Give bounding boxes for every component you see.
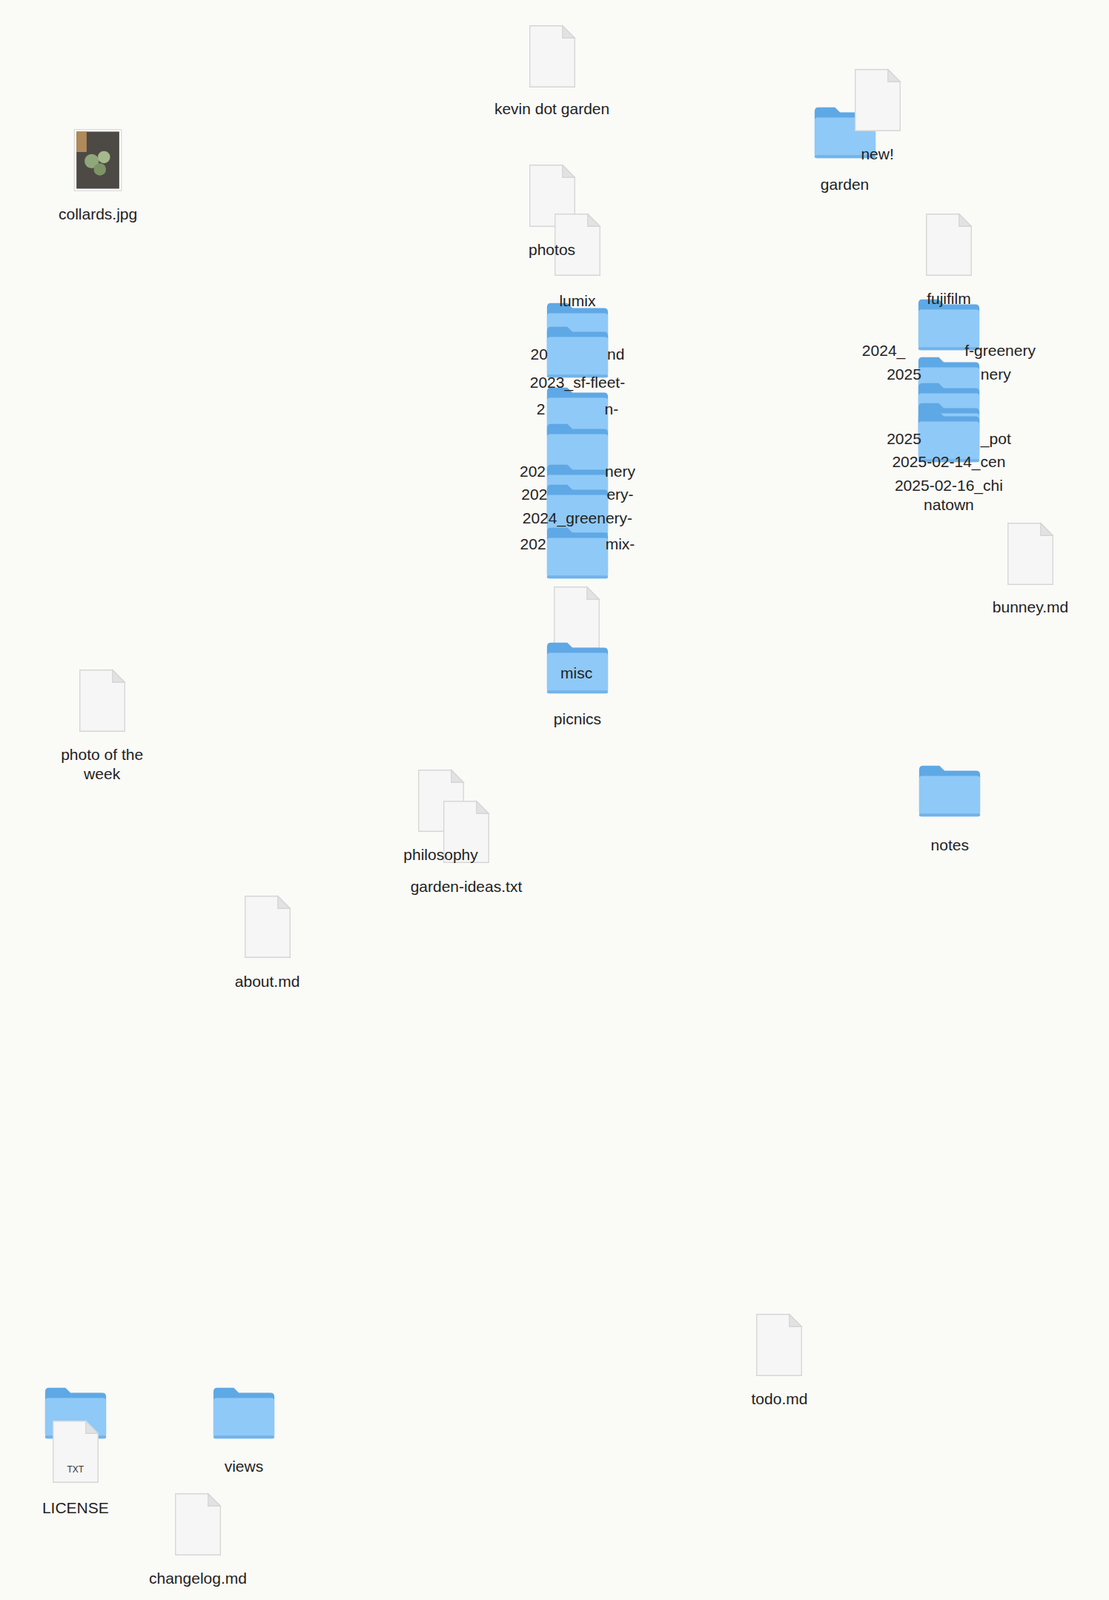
item-label[interactable]: 202mix- — [520, 534, 636, 554]
item-label[interactable]: LICENSE — [42, 1498, 109, 1518]
item-label[interactable]: bunney.md — [992, 597, 1069, 617]
file-badge: TXT — [51, 1464, 101, 1475]
item-label[interactable]: fujifilm — [926, 289, 972, 309]
item-label[interactable]: about.md — [234, 971, 301, 992]
item-label[interactable]: changelog.md — [149, 1568, 247, 1588]
item-label[interactable]: 2025-02-14_cen — [891, 452, 1006, 472]
item-label[interactable]: 2025_pot — [886, 429, 1012, 449]
file-icon[interactable] — [1005, 521, 1055, 586]
item-label[interactable]: picnics — [553, 709, 602, 729]
item-label[interactable]: garden-ideas.txt — [410, 876, 523, 897]
file-icon[interactable] — [527, 24, 577, 89]
item-label[interactable]: kevin dot garden — [494, 99, 610, 119]
item-label[interactable]: 2025-02-16_chinatown — [894, 475, 1003, 515]
file-icon[interactable] — [243, 894, 293, 959]
file-icon[interactable] — [924, 212, 974, 277]
file-icon[interactable] — [754, 1312, 804, 1377]
item-label[interactable]: 2024_f-greenery — [862, 341, 1036, 361]
item-label[interactable]: misc — [560, 663, 593, 683]
item-label[interactable]: 202nery — [519, 461, 636, 482]
item-label[interactable]: 2024_greenery- — [522, 508, 633, 528]
file-icon[interactable] — [853, 68, 903, 132]
folder-icon[interactable] — [544, 324, 611, 380]
txt-icon[interactable]: TXT — [51, 1419, 101, 1484]
desktop: TXT kevin dot garden collards.jpg garden new… — [0, 0, 1109, 1600]
file-icon[interactable] — [77, 668, 127, 733]
item-label[interactable]: collards.jpg — [58, 204, 138, 224]
item-label[interactable]: new! — [860, 144, 894, 164]
folder-icon[interactable] — [211, 1385, 277, 1441]
item-label[interactable]: lumix — [558, 291, 596, 311]
image-icon[interactable] — [73, 128, 123, 192]
item-label[interactable]: 20nd — [530, 344, 625, 364]
item-label[interactable]: philosophy — [403, 845, 478, 865]
item-label[interactable]: 2023_sf-fleet- — [530, 372, 625, 393]
item-label[interactable]: 2025nery — [886, 364, 1012, 384]
item-label[interactable]: garden — [820, 174, 869, 195]
item-label[interactable]: photo of theweek — [60, 745, 144, 784]
item-label[interactable]: notes — [931, 835, 969, 855]
item-label[interactable]: views — [224, 1456, 264, 1476]
folder-icon[interactable] — [917, 763, 983, 819]
item-label[interactable]: 2n- — [536, 399, 619, 419]
file-icon[interactable] — [552, 585, 602, 650]
folder-icon[interactable] — [544, 525, 611, 581]
item-label[interactable]: photos — [528, 240, 576, 260]
item-label[interactable]: todo.md — [751, 1389, 809, 1409]
item-label[interactable]: 202ery- — [521, 484, 634, 505]
file-icon[interactable] — [173, 1492, 223, 1557]
